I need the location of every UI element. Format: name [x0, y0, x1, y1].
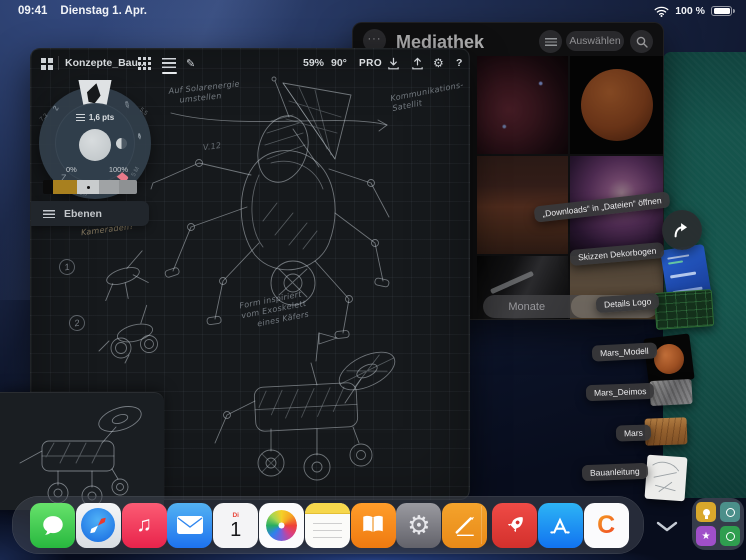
dock-app-library[interactable]: ★ — [692, 498, 744, 550]
stroke-lines-icon — [75, 114, 85, 121]
notes-header — [304, 502, 350, 514]
flower-icon — [266, 509, 297, 541]
pen-icon — [455, 516, 474, 536]
compass-icon — [81, 508, 116, 542]
layers-list-button[interactable] — [162, 55, 176, 71]
export-icon — [412, 57, 423, 69]
share-arrow-icon — [674, 223, 688, 238]
dock-icon-settings[interactable]: ⚙ — [396, 502, 442, 548]
dock-icon-c-app[interactable]: C — [583, 502, 629, 548]
swatch-darkgray[interactable] — [119, 180, 137, 194]
stroke-width-value: 1,6 pts — [88, 113, 115, 122]
thumb-mars-planet[interactable] — [643, 333, 695, 385]
grid-squares-icon — [41, 57, 46, 63]
segment-monate[interactable]: Monate — [483, 295, 571, 318]
workspace-grid-button[interactable] — [41, 55, 52, 71]
dock-icon-safari[interactable] — [75, 502, 121, 548]
calendar-weekday: Di — [232, 512, 239, 519]
dock-expand-chevron[interactable] — [650, 514, 684, 538]
thumb-green-circuit-card[interactable] — [653, 289, 715, 330]
layers-list-icon — [43, 209, 55, 218]
drag-label-mars-deimos[interactable]: Mars_Deimos — [585, 382, 655, 402]
document-title[interactable]: Konzepte_Bau... — [65, 55, 147, 71]
ipad-screen: 09:41 Dienstag 1. Apr. 100 % ··· Mediath… — [0, 0, 746, 560]
drag-label-mars[interactable]: Mars — [615, 424, 652, 442]
mini-app-camera-icon — [720, 502, 740, 522]
swatch-lightgray-selected[interactable] — [77, 180, 99, 194]
mini-app-ring-icon — [720, 526, 740, 546]
rotation-value[interactable]: 90° — [331, 55, 347, 71]
dock-icon-calendar[interactable]: Di 1 — [213, 502, 259, 548]
status-bar: 09:41 Dienstag 1. Apr. 100 % — [0, 0, 746, 22]
dock: ♫ Di 1 ⚙ C — [12, 496, 644, 554]
swatch-black[interactable] — [43, 180, 53, 194]
rocket-icon — [507, 517, 523, 533]
brush-tip-icon — [85, 82, 103, 105]
dots-grid-button[interactable] — [138, 55, 150, 71]
gear-icon: ⚙ — [407, 509, 431, 540]
c-letter-icon: C — [597, 510, 616, 539]
tool-wheel-center[interactable]: 1,6 pts 0% 100% — [55, 103, 135, 183]
color-swatch-bar[interactable] — [43, 180, 137, 194]
background-sketch-preview — [19, 406, 142, 507]
background-app-card[interactable] — [0, 392, 164, 510]
pro-badge[interactable]: PRO — [359, 55, 382, 71]
layers-label: Ebenen — [64, 207, 102, 220]
toolbar-divider — [58, 55, 59, 71]
thumb-bauanleitung-sketch[interactable] — [644, 454, 688, 502]
share-button[interactable] — [662, 210, 702, 250]
gear-icon: ⚙ — [433, 56, 444, 70]
chevron-down-icon — [656, 521, 678, 531]
help-button[interactable]: ? — [456, 55, 462, 71]
dock-icon-photos[interactable] — [259, 502, 304, 548]
dots-grid-icon — [138, 57, 141, 60]
drag-label-mars-modell[interactable]: Mars_Modell — [591, 342, 658, 362]
pen-settings-button[interactable]: ✎ — [186, 55, 195, 71]
pen-icon: ✎ — [186, 57, 196, 70]
battery-percent: 100 % — [675, 5, 705, 17]
dock-icon-rocket[interactable] — [492, 502, 537, 548]
thumb-mars-map[interactable] — [644, 417, 688, 446]
chat-bubble-icon — [42, 516, 63, 535]
mini-app-lightbulb-icon — [696, 502, 716, 522]
calendar-day: 1 — [230, 519, 242, 541]
envelope-icon — [176, 516, 203, 534]
dock-icon-notes[interactable] — [304, 502, 350, 548]
wifi-icon — [654, 6, 669, 17]
color-preview-dot[interactable] — [79, 129, 111, 161]
dock-icon-music[interactable]: ♫ — [121, 502, 167, 548]
dock-icon-books[interactable] — [350, 502, 396, 548]
lines-icon — [162, 58, 176, 68]
mini-app-star-icon: ★ — [696, 526, 716, 546]
status-date: Dienstag 1. Apr. — [60, 5, 147, 17]
open-book-icon — [363, 515, 383, 533]
swatch-gold[interactable] — [53, 180, 77, 194]
swatch-gray[interactable] — [99, 180, 119, 194]
dock-divider — [481, 506, 482, 544]
zoom-level[interactable]: 59% — [303, 55, 324, 71]
layers-panel-header[interactable]: Ebenen — [31, 201, 149, 226]
settings-button[interactable]: ⚙ — [433, 55, 444, 71]
battery-icon — [711, 5, 735, 17]
music-note-icon: ♫ — [136, 513, 152, 536]
drag-label-bauanleitung[interactable]: Bauanleitung — [581, 462, 648, 482]
opacity-min: 0% — [66, 165, 77, 174]
thumb-deimos-texture[interactable] — [649, 378, 693, 407]
import-icon — [388, 57, 399, 69]
dock-icon-app-store[interactable] — [537, 502, 583, 548]
dock-icon-messages[interactable] — [30, 502, 75, 548]
opacity-max: 100% — [108, 165, 128, 174]
dock-icon-mail[interactable] — [167, 502, 213, 548]
appstore-a-icon — [550, 517, 571, 534]
status-time: 09:41 — [18, 5, 48, 17]
export-button[interactable] — [411, 55, 424, 71]
import-button[interactable] — [387, 55, 400, 71]
contrast-icon[interactable] — [116, 138, 127, 149]
